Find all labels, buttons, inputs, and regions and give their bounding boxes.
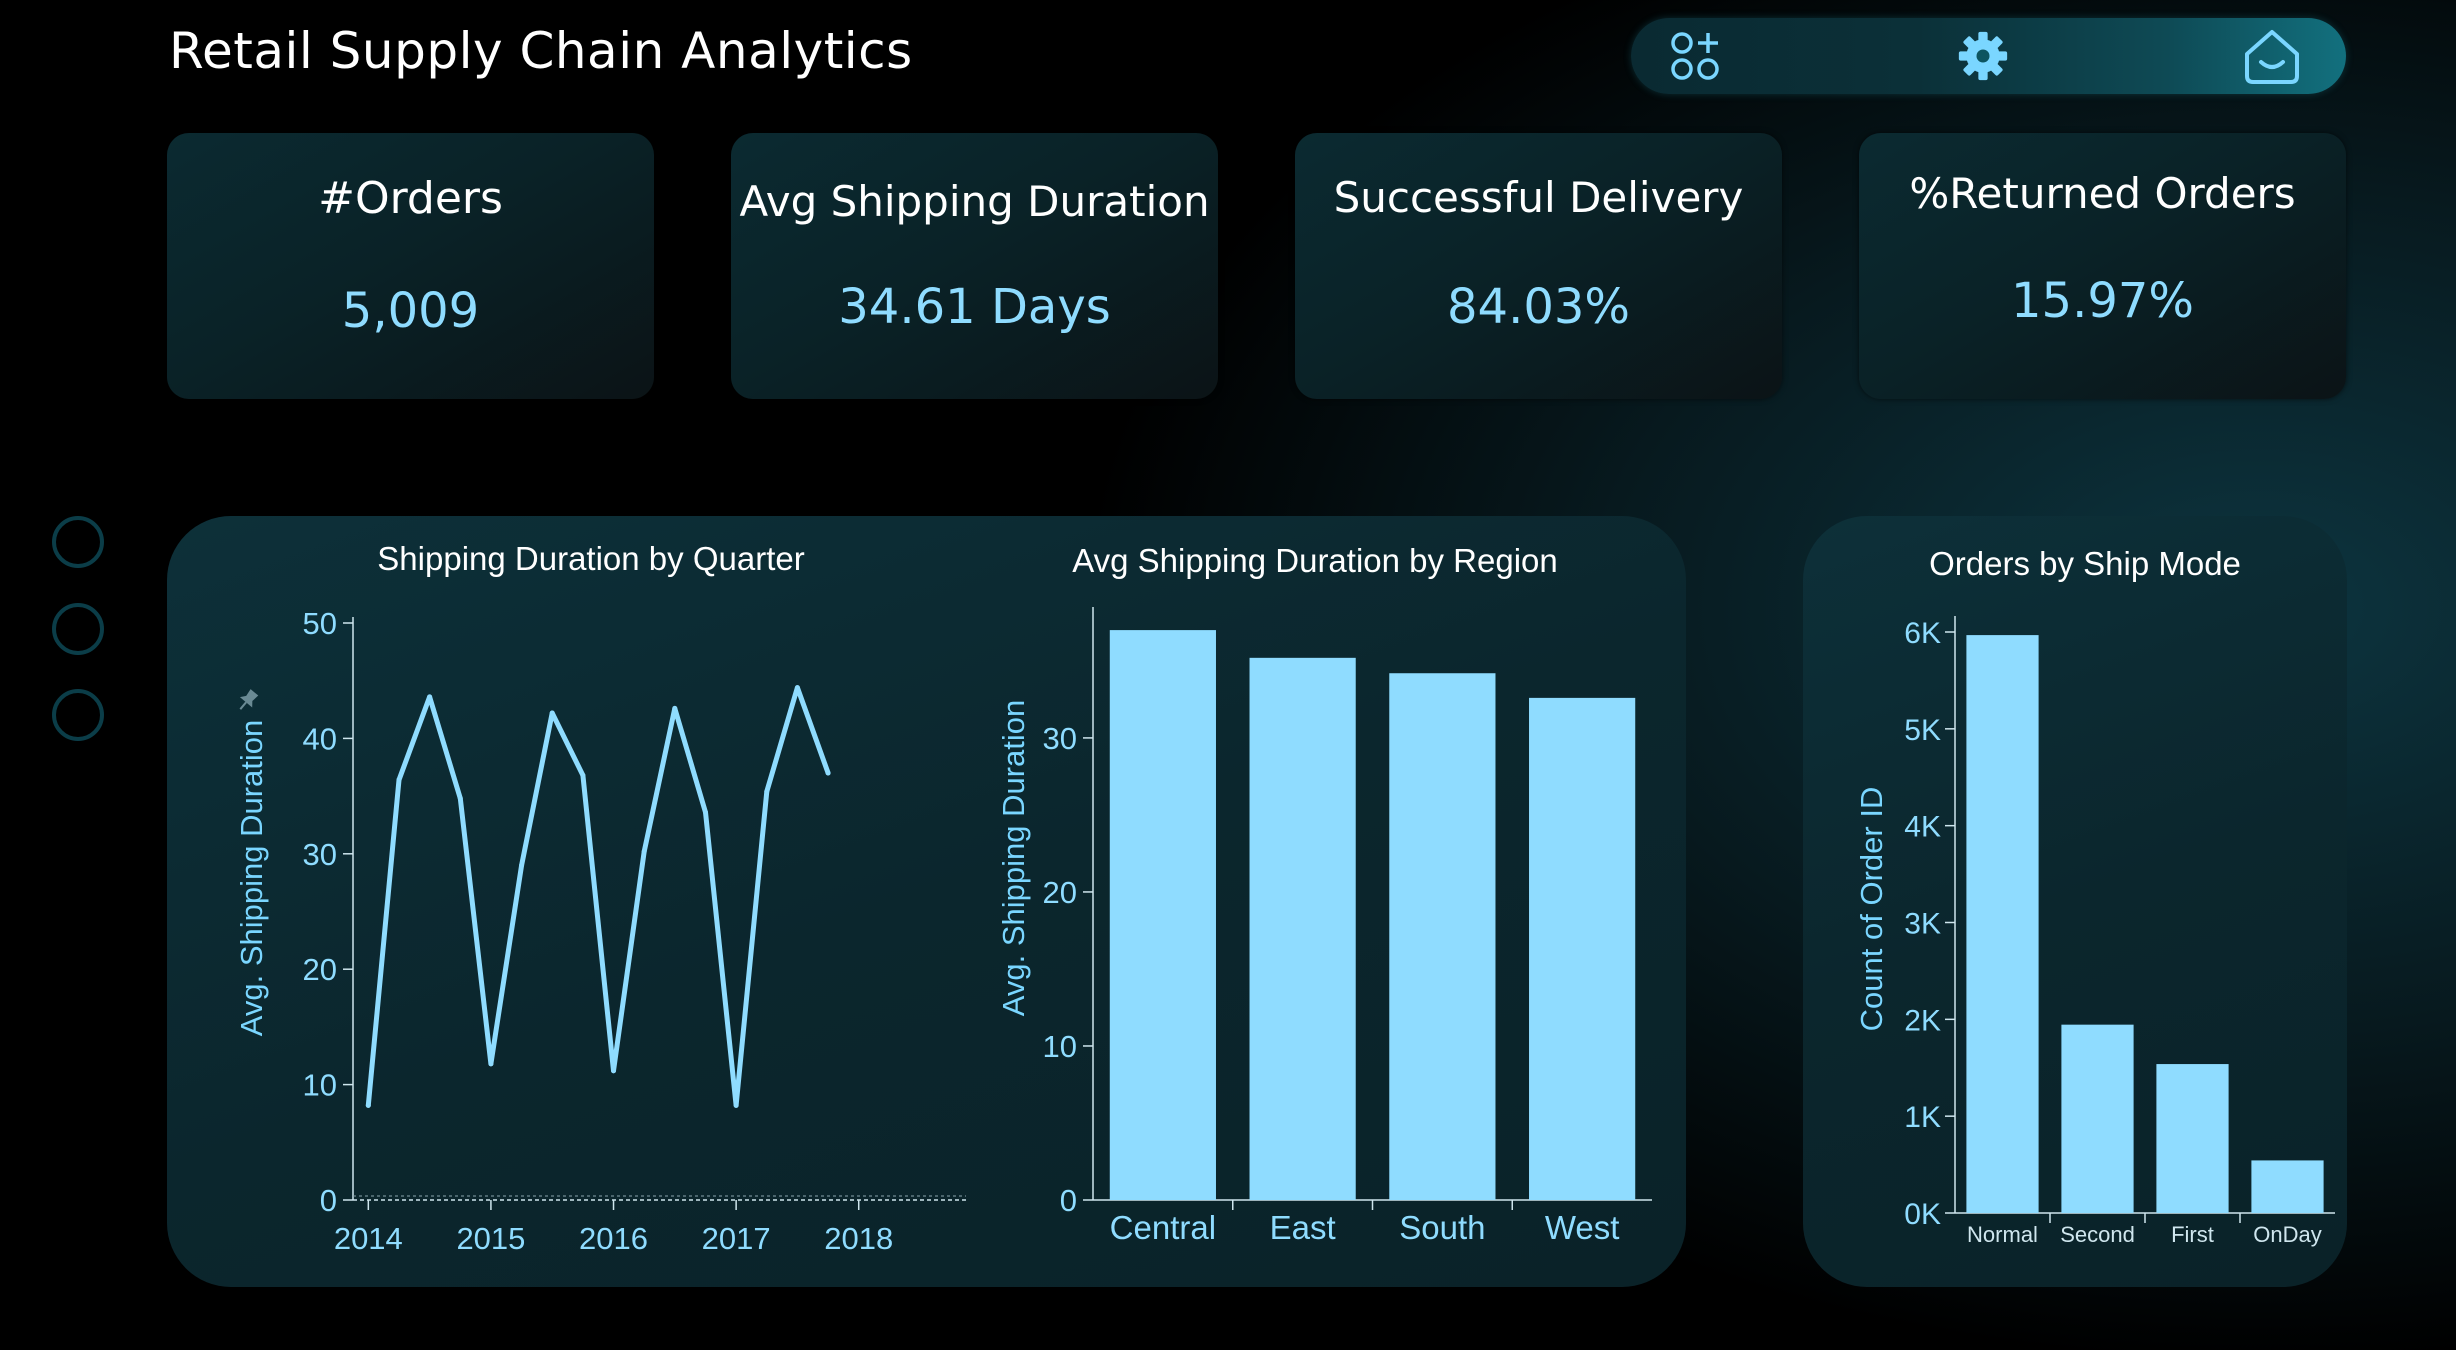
bar-second [2061,1024,2134,1213]
data-point [702,809,708,815]
data-point [365,1102,371,1108]
chart-title-quarter: Shipping Duration by Quarter [377,540,804,577]
y-tick-label: 0 [320,1183,337,1218]
y-tick-label: 6K [1904,617,1941,650]
y-tick-label: 4K [1904,811,1941,844]
y-tick-label: 20 [303,952,337,987]
data-point [794,685,800,691]
data-point [611,1068,617,1074]
x-tick-label: First [2171,1222,2214,1247]
x-tick-label: East [1270,1209,1336,1246]
y-tick-label: 20 [1043,875,1077,910]
x-tick-label: South [1399,1209,1485,1246]
x-tick-label: 2015 [456,1221,525,1256]
series-line [365,685,831,1108]
y-tick-label: 40 [303,721,337,756]
y-tick-label: 30 [303,837,337,872]
data-point [672,705,678,711]
x-tick-label: OnDay [2253,1222,2321,1247]
data-point [488,1061,494,1067]
bar-normal [1966,635,2039,1213]
y-axis-label-ship-mode: Count of Order ID [1854,787,1889,1032]
x-tick-label: West [1545,1209,1620,1246]
bar-west [1529,697,1636,1200]
data-point [580,772,586,778]
y-tick-label: 10 [1043,1029,1077,1064]
x-tick-label: 2016 [579,1221,648,1256]
bar-onday [2251,1160,2324,1213]
data-point [396,777,402,783]
data-point [733,1102,739,1108]
y-tick-label: 3K [1904,908,1941,941]
data-point [457,795,463,801]
charts-layer: Shipping Duration by Quarter Avg. Shippi… [234,540,2335,1256]
data-point [549,710,555,716]
chart-title-ship-mode: Orders by Ship Mode [1929,545,2241,582]
bar-east [1249,657,1356,1200]
y-tick-label: 50 [303,606,337,641]
y-tick-label: 1K [1904,1101,1941,1134]
y-tick-label: 0K [1904,1198,1941,1231]
data-point [519,862,525,868]
y-tick-label: 10 [303,1068,337,1103]
y-axis-label-region: Avg. Shipping Duration [996,700,1031,1017]
pin-icon[interactable] [234,687,260,714]
x-tick-label: Second [2060,1222,2135,1247]
data-point [641,848,647,854]
data-point [764,788,770,794]
bar-south [1389,673,1496,1200]
y-axis-label-quarter: Avg. Shipping Duration [234,720,269,1037]
x-tick-label: 2018 [824,1221,893,1256]
y-tick-label: 30 [1043,721,1077,756]
bar-first [2156,1064,2229,1213]
y-tick-label: 2K [1904,1004,1941,1037]
chart-title-region: Avg Shipping Duration by Region [1072,542,1558,579]
x-tick-label: 2017 [702,1221,771,1256]
y-tick-label: 0 [1060,1183,1077,1218]
data-point [427,694,433,700]
data-point [825,770,831,776]
y-tick-label: 5K [1904,714,1941,747]
x-tick-label: Central [1110,1209,1216,1246]
bar-central [1109,630,1216,1200]
x-tick-label: 2014 [334,1221,403,1256]
x-tick-label: Normal [1967,1222,2038,1247]
